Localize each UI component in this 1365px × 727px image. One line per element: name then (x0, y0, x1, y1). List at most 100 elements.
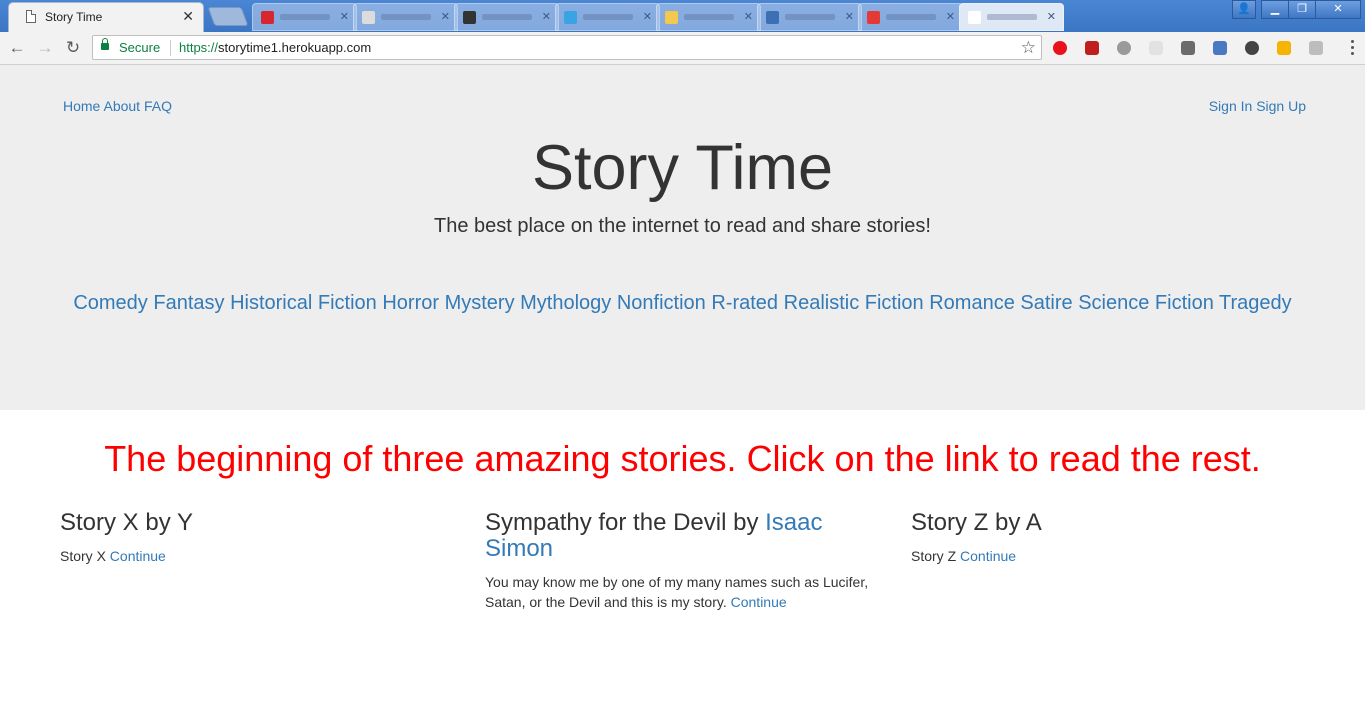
google-drive-icon[interactable] (1277, 41, 1291, 55)
nav-faq-link[interactable]: FAQ (144, 98, 172, 114)
tab-title-placeholder (684, 14, 734, 20)
restore-button[interactable]: ❐ (1288, 0, 1316, 19)
gear-extension-icon[interactable] (1309, 41, 1323, 55)
url-scheme: https:// (179, 40, 219, 55)
close-window-button[interactable]: ✕ (1315, 0, 1361, 19)
nav-home-link[interactable]: Home (63, 98, 100, 114)
background-tab[interactable]: ✕ (555, 3, 660, 31)
stories-headline: The beginning of three amazing stories. … (104, 438, 1261, 479)
ublock-icon[interactable] (1117, 41, 1131, 55)
story-card: Story Z by A Story Z Continue (911, 510, 1311, 566)
reload-icon[interactable]: ↻ (62, 38, 84, 58)
close-icon[interactable]: ✕ (845, 10, 854, 23)
screenshot-icon[interactable] (1213, 41, 1227, 55)
angular-icon[interactable] (1181, 41, 1195, 55)
genre-link[interactable]: Science Fiction (1078, 292, 1214, 314)
page-icon (26, 10, 36, 23)
jumbotron: Home About FAQ Sign In Sign Up Story Tim… (0, 65, 1365, 410)
tab-favicon-icon (665, 11, 678, 24)
background-tab[interactable]: ✕ (858, 3, 963, 31)
new-tab-button[interactable] (207, 7, 249, 26)
background-tab[interactable]: ✕ (252, 3, 357, 31)
story-title: Story X by Y (60, 510, 460, 536)
address-bar[interactable]: Secure https://storytime1.herokuapp.com … (92, 35, 1042, 60)
tab-title-placeholder (886, 14, 936, 20)
close-icon[interactable]: ✕ (182, 8, 194, 25)
genre-link[interactable]: Romance (929, 292, 1015, 314)
genre-link[interactable]: Tragedy (1219, 292, 1292, 314)
story-excerpt: You may know me by one of my many names … (485, 572, 885, 612)
story-title-text: Story X by Y (60, 509, 193, 536)
back-arrow-icon[interactable]: ← (6, 38, 28, 58)
background-tab[interactable]: ✕ (959, 3, 1064, 31)
genre-link[interactable]: Horror (382, 292, 439, 314)
nav-about-link[interactable]: About (103, 98, 140, 114)
genre-link[interactable]: Comedy (73, 292, 147, 314)
close-icon[interactable]: ✕ (441, 10, 450, 23)
continue-link[interactable]: Continue (960, 548, 1016, 564)
story-title-text: Story Z by A (911, 509, 1042, 536)
forward-arrow-icon[interactable]: → (34, 38, 56, 58)
url-text[interactable]: https://storytime1.herokuapp.com (179, 40, 371, 55)
browser-toolbar: ← → ↻ Secure https://storytime1.herokuap… (0, 32, 1365, 65)
close-icon[interactable]: ✕ (643, 10, 652, 23)
tagline: The best place on the internet to read a… (434, 215, 931, 237)
tab-title-placeholder (785, 14, 835, 20)
adblock-icon[interactable] (1085, 41, 1099, 55)
tab-story-time[interactable]: Story Time ✕ (8, 2, 204, 32)
spiral-icon[interactable] (1245, 41, 1259, 55)
story-card: Sympathy for the Devil by Isaac Simon Yo… (485, 510, 885, 612)
tab-favicon-icon (968, 11, 981, 24)
tab-favicon-icon (867, 11, 880, 24)
continue-link[interactable]: Continue (731, 594, 787, 610)
genre-link[interactable]: Mystery (445, 292, 515, 314)
opera-icon[interactable] (1053, 41, 1067, 55)
sign-up-link[interactable]: Sign Up (1256, 98, 1306, 114)
auth-nav: Sign In Sign Up (1209, 98, 1306, 114)
bookmark-star-icon[interactable]: ☆ (1021, 38, 1036, 58)
secure-label: Secure (119, 40, 161, 55)
close-icon[interactable]: ✕ (946, 10, 955, 23)
main-nav: Home About FAQ (63, 98, 172, 114)
story-title: Sympathy for the Devil by Isaac Simon (485, 510, 885, 562)
genre-link[interactable]: Satire (1020, 292, 1072, 314)
genre-link[interactable]: Realistic Fiction (784, 292, 924, 314)
continue-link[interactable]: Continue (110, 548, 166, 564)
sign-in-link[interactable]: Sign In (1209, 98, 1253, 114)
close-icon[interactable]: ✕ (744, 10, 753, 23)
story-title-text: Sympathy for the Devil by (485, 509, 766, 536)
tab-favicon-icon (766, 11, 779, 24)
menu-icon[interactable] (1351, 40, 1355, 58)
minimize-button[interactable]: ▁ (1261, 0, 1289, 19)
tab-title-placeholder (583, 14, 633, 20)
story-excerpt-text: Story X (60, 548, 106, 564)
genre-link[interactable]: Historical Fiction (230, 292, 377, 314)
background-tab[interactable]: ✕ (353, 3, 458, 31)
story-excerpt-text: Story Z (911, 548, 957, 564)
story-title: Story Z by A (911, 510, 1311, 536)
close-icon[interactable]: ✕ (1047, 10, 1056, 23)
background-tab[interactable]: ✕ (656, 3, 761, 31)
story-excerpt: Story Z Continue (911, 546, 1311, 566)
genre-link[interactable]: Mythology (520, 292, 611, 314)
story-card: Story X by Y Story X Continue (60, 510, 460, 566)
genre-link[interactable]: R-rated (711, 292, 778, 314)
story-excerpt: Story X Continue (60, 546, 460, 566)
url-host: storytime1.herokuapp.com (218, 40, 372, 55)
background-tab[interactable]: ✕ (454, 3, 559, 31)
background-tab[interactable]: ✕ (757, 3, 862, 31)
genre-links: Comedy Fantasy Historical Fiction Horror… (70, 288, 1295, 318)
address-divider (170, 40, 171, 56)
tab-title-placeholder (280, 14, 330, 20)
site-title: Story Time (531, 133, 834, 203)
tab-title: Story Time (45, 10, 103, 24)
tab-favicon-icon (463, 11, 476, 24)
tab-favicon-icon (362, 11, 375, 24)
close-icon[interactable]: ✕ (340, 10, 349, 23)
close-icon[interactable]: ✕ (542, 10, 551, 23)
user-icon[interactable]: 👤 (1232, 0, 1256, 19)
genre-link[interactable]: Nonfiction (617, 292, 706, 314)
blank-extension-icon[interactable] (1149, 41, 1163, 55)
window-controls: 👤 ▁ ❐ ✕ (1232, 0, 1361, 20)
genre-link[interactable]: Fantasy (153, 292, 224, 314)
